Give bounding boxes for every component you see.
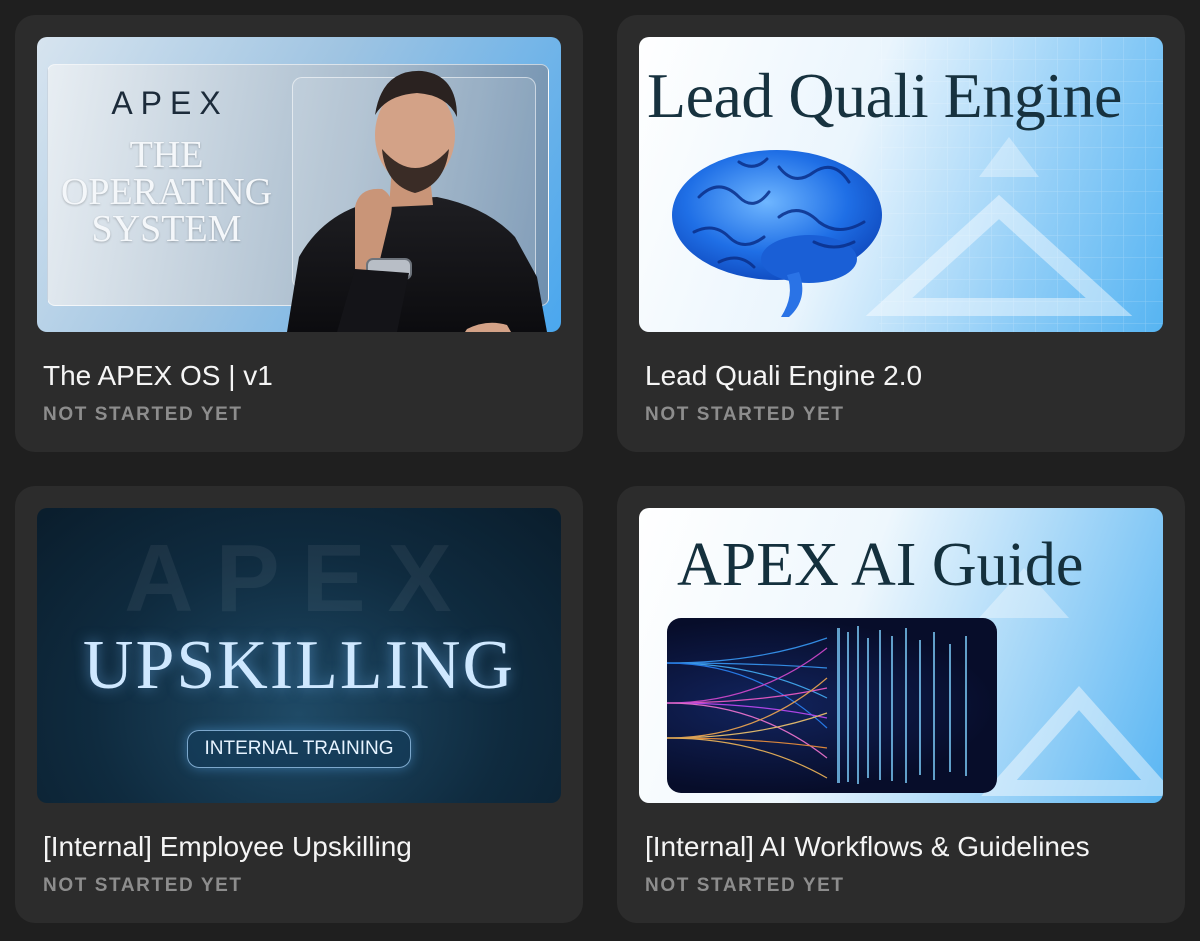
brain-icon [672,150,882,317]
course-thumbnail-employee-upskilling[interactable]: APEX UPSKILLING INTERNAL TRAINING [37,508,561,803]
course-title[interactable]: [Internal] AI Workflows & Guidelines [645,829,1090,865]
course-thumbnail-apex-os[interactable]: APEX THE OPERATING SYSTEM [37,37,561,332]
headline-line: SYSTEM [91,208,242,250]
course-thumbnail-ai-workflows[interactable]: APEX AI Guide [639,508,1163,803]
course-title[interactable]: [Internal] Employee Upskilling [43,829,412,865]
course-card-ai-workflows[interactable]: APEX AI Guide [Internal] AI Workflows & … [617,486,1185,923]
course-status: NOT STARTED YET [645,404,845,425]
course-card-apex-os[interactable]: APEX THE OPERATING SYSTEM The APEX OS | … [15,15,583,452]
thumbnail-headline: THE OPERATING SYSTEM [49,134,284,250]
thumbnail-headline: UPSKILLING [82,627,516,704]
course-card-lead-quali-engine[interactable]: Lead Quali Engine Lead Quali Engine 2.0 … [617,15,1185,452]
course-status: NOT STARTED YET [645,875,845,896]
thumbnail-headline: APEX AI Guide [677,531,1084,599]
neural-network-icon [667,626,967,784]
course-card-employee-upskilling[interactable]: APEX UPSKILLING INTERNAL TRAINING [Inter… [15,486,583,923]
headline-line: THE [129,134,204,176]
apex-logo: APEX [111,85,229,121]
course-status: NOT STARTED YET [43,875,243,896]
course-title[interactable]: Lead Quali Engine 2.0 [645,358,922,394]
apex-watermark: APEX [124,525,474,632]
course-thumbnail-lead-quali-engine[interactable]: Lead Quali Engine [639,37,1163,332]
thumbnail-headline: Lead Quali Engine [647,60,1122,131]
course-title[interactable]: The APEX OS | v1 [43,358,273,394]
internal-training-badge: INTERNAL TRAINING [187,730,411,768]
headline-line: OPERATING [60,171,273,213]
neural-network-visual [667,618,997,793]
course-status: NOT STARTED YET [43,404,243,425]
